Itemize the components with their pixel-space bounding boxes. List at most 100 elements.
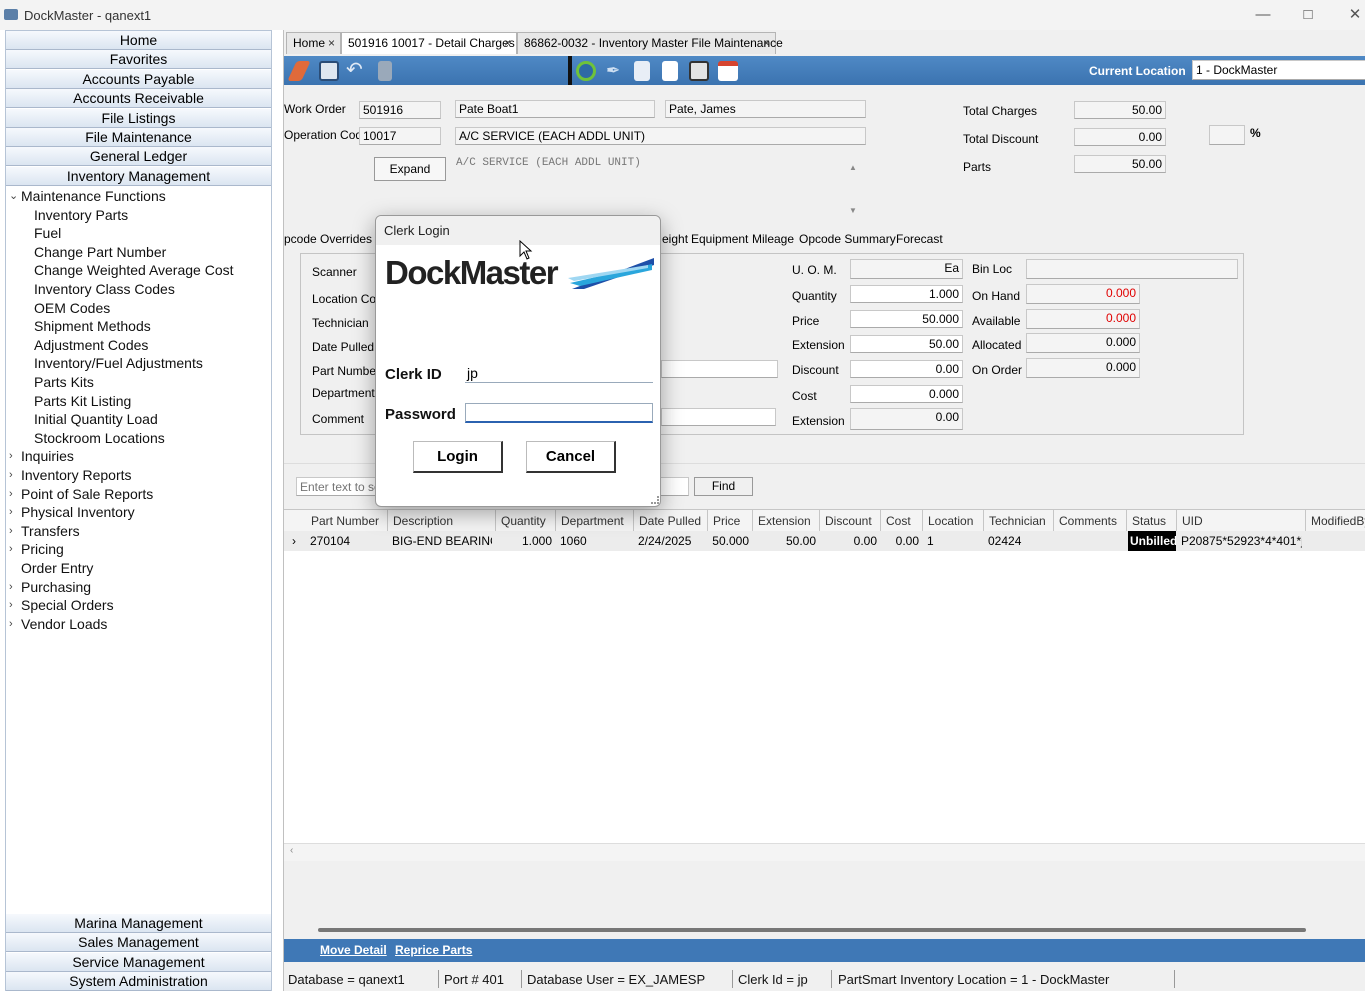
- chevron-right-icon[interactable]: ›: [9, 503, 13, 521]
- scroll-left-icon[interactable]: ‹: [290, 845, 293, 856]
- grid-hscrollbar[interactable]: ‹: [284, 843, 1365, 861]
- reprice-parts-link[interactable]: Reprice Parts: [395, 943, 472, 957]
- tab-freight[interactable]: eight: [662, 232, 688, 246]
- tab-inventory-master[interactable]: 86862-0032 - Inventory Master File Maint…: [517, 32, 783, 54]
- chevron-right-icon[interactable]: ›: [9, 615, 13, 633]
- tree-item[interactable]: Initial Quantity Load: [6, 410, 271, 429]
- tree-item[interactable]: › Pricing: [6, 540, 271, 559]
- nav-button[interactable]: Favorites: [6, 50, 271, 70]
- nav-button[interactable]: Accounts Receivable: [6, 89, 271, 109]
- work-order-field[interactable]: 501916: [359, 101, 441, 119]
- tree-item[interactable]: ⌄ Maintenance Functions: [6, 187, 271, 206]
- minimize-icon[interactable]: —: [1248, 4, 1278, 26]
- move-detail-link[interactable]: Move Detail: [320, 943, 387, 957]
- column-header[interactable]: Part Number: [306, 510, 388, 532]
- close-icon[interactable]: ✕: [1340, 4, 1365, 26]
- undo-icon[interactable]: ↶: [346, 60, 366, 81]
- chevron-right-icon[interactable]: ›: [9, 522, 13, 540]
- chevron-right-icon[interactable]: ›: [9, 596, 13, 614]
- tab-detail-charges[interactable]: 501916 10017 - Detail Charges ×: [341, 32, 517, 54]
- nav-button[interactable]: Accounts Payable: [6, 69, 271, 89]
- tree-item[interactable]: Parts Kit Listing: [6, 392, 271, 411]
- tree-item[interactable]: › Special Orders: [6, 596, 271, 615]
- tree-item[interactable]: Inventory/Fuel Adjustments: [6, 354, 271, 373]
- column-header[interactable]: Price: [708, 510, 753, 532]
- discount-field[interactable]: 0.00: [850, 360, 963, 378]
- tree-item[interactable]: › Purchasing: [6, 578, 271, 597]
- column-header[interactable]: UID: [1177, 510, 1306, 532]
- refresh-icon[interactable]: [576, 61, 596, 81]
- tree-item[interactable]: › Physical Inventory: [6, 503, 271, 522]
- tree-item[interactable]: › Transfers: [6, 522, 271, 541]
- nav-button[interactable]: Sales Management: [6, 933, 271, 953]
- column-header[interactable]: Date Pulled: [634, 510, 708, 532]
- cost-field[interactable]: 0.000: [850, 385, 963, 403]
- boat-field[interactable]: Pate Boat1: [455, 100, 655, 118]
- nav-button[interactable]: File Maintenance: [6, 128, 271, 147]
- print-icon[interactable]: [689, 61, 709, 81]
- column-header[interactable]: Comments: [1054, 510, 1127, 532]
- column-header[interactable]: Technician: [984, 510, 1054, 532]
- password-input[interactable]: [465, 403, 653, 423]
- chevron-right-icon[interactable]: ›: [9, 447, 13, 465]
- save-icon[interactable]: [319, 61, 339, 81]
- column-header[interactable]: Discount: [820, 510, 881, 532]
- edit-icon[interactable]: [287, 61, 311, 81]
- nav-button[interactable]: General Ledger: [6, 147, 271, 167]
- tree-item[interactable]: › Vendor Loads: [6, 615, 271, 634]
- column-header[interactable]: Cost: [881, 510, 923, 532]
- comment-field[interactable]: [661, 408, 776, 426]
- tab-opcode-summary[interactable]: Opcode Summary: [799, 232, 896, 246]
- tree-item[interactable]: Stockroom Locations: [6, 429, 271, 448]
- chevron-right-icon[interactable]: ›: [9, 466, 13, 484]
- extension-field[interactable]: 50.00: [850, 335, 963, 353]
- row-expand-icon[interactable]: ›: [292, 531, 304, 551]
- delete-icon[interactable]: [378, 61, 392, 81]
- tree-item[interactable]: Inventory Class Codes: [6, 280, 271, 299]
- nav-button[interactable]: Service Management: [6, 952, 271, 972]
- find-button[interactable]: Find: [694, 477, 753, 496]
- tree-item[interactable]: Change Weighted Average Cost: [6, 261, 271, 280]
- tree-item[interactable]: Order Entry: [6, 559, 271, 578]
- chevron-right-icon[interactable]: ›: [9, 540, 13, 558]
- nav-button[interactable]: File Listings: [6, 108, 271, 128]
- tree-item[interactable]: › Inventory Reports: [6, 466, 271, 485]
- cancel-button[interactable]: Cancel: [526, 441, 616, 473]
- nav-button[interactable]: Inventory Management: [6, 166, 271, 186]
- part-number-field[interactable]: [661, 360, 778, 378]
- tree-item[interactable]: Parts Kits: [6, 373, 271, 392]
- lower-scrollbar[interactable]: [318, 928, 1306, 932]
- tab-equipment[interactable]: Equipment: [691, 232, 748, 246]
- scroll-down-icon[interactable]: ▼: [849, 206, 857, 215]
- chevron-right-icon[interactable]: ›: [9, 578, 13, 596]
- opcode-desc-field[interactable]: A/C SERVICE (EACH ADDL UNIT): [455, 127, 866, 145]
- close-tab-icon[interactable]: ×: [504, 33, 511, 54]
- opcode-field[interactable]: 10017: [359, 127, 441, 145]
- close-tab-icon[interactable]: ×: [328, 33, 335, 54]
- chevron-right-icon[interactable]: ›: [9, 485, 13, 503]
- maximize-icon[interactable]: □: [1293, 4, 1323, 26]
- nav-button[interactable]: System Administration: [6, 972, 271, 991]
- customer-field[interactable]: Pate, James: [665, 100, 866, 118]
- tab-home[interactable]: Home ×: [286, 32, 341, 54]
- tab-mileage[interactable]: Mileage: [752, 232, 794, 246]
- expand-button[interactable]: Expand: [374, 157, 446, 181]
- nav-button[interactable]: Marina Management: [6, 914, 271, 933]
- tree-item[interactable]: OEM Codes: [6, 299, 271, 318]
- table-row[interactable]: › 270104 BIG-END BEARING KI 1.000 1060 2/24/2…: [284, 531, 1365, 551]
- tree-item[interactable]: › Inquiries: [6, 447, 271, 466]
- tab-forecast[interactable]: Forecast: [896, 232, 943, 246]
- login-button[interactable]: Login: [413, 441, 503, 473]
- calendar-icon[interactable]: [718, 61, 738, 81]
- tree-item[interactable]: Change Part Number: [6, 243, 271, 262]
- tree-item[interactable]: Fuel: [6, 224, 271, 243]
- chevron-down-icon[interactable]: ⌄: [9, 187, 18, 205]
- column-header[interactable]: Location: [923, 510, 984, 532]
- resize-grip-icon[interactable]: [651, 496, 659, 504]
- column-header[interactable]: Description: [388, 510, 496, 532]
- report-icon[interactable]: [662, 61, 678, 81]
- discount-percent-field[interactable]: [1209, 125, 1245, 145]
- current-location-select[interactable]: 1 - DockMaster: [1192, 60, 1365, 80]
- tab-opcode-overrides[interactable]: pcode Overrides: [284, 232, 372, 246]
- tree-item[interactable]: Shipment Methods: [6, 317, 271, 336]
